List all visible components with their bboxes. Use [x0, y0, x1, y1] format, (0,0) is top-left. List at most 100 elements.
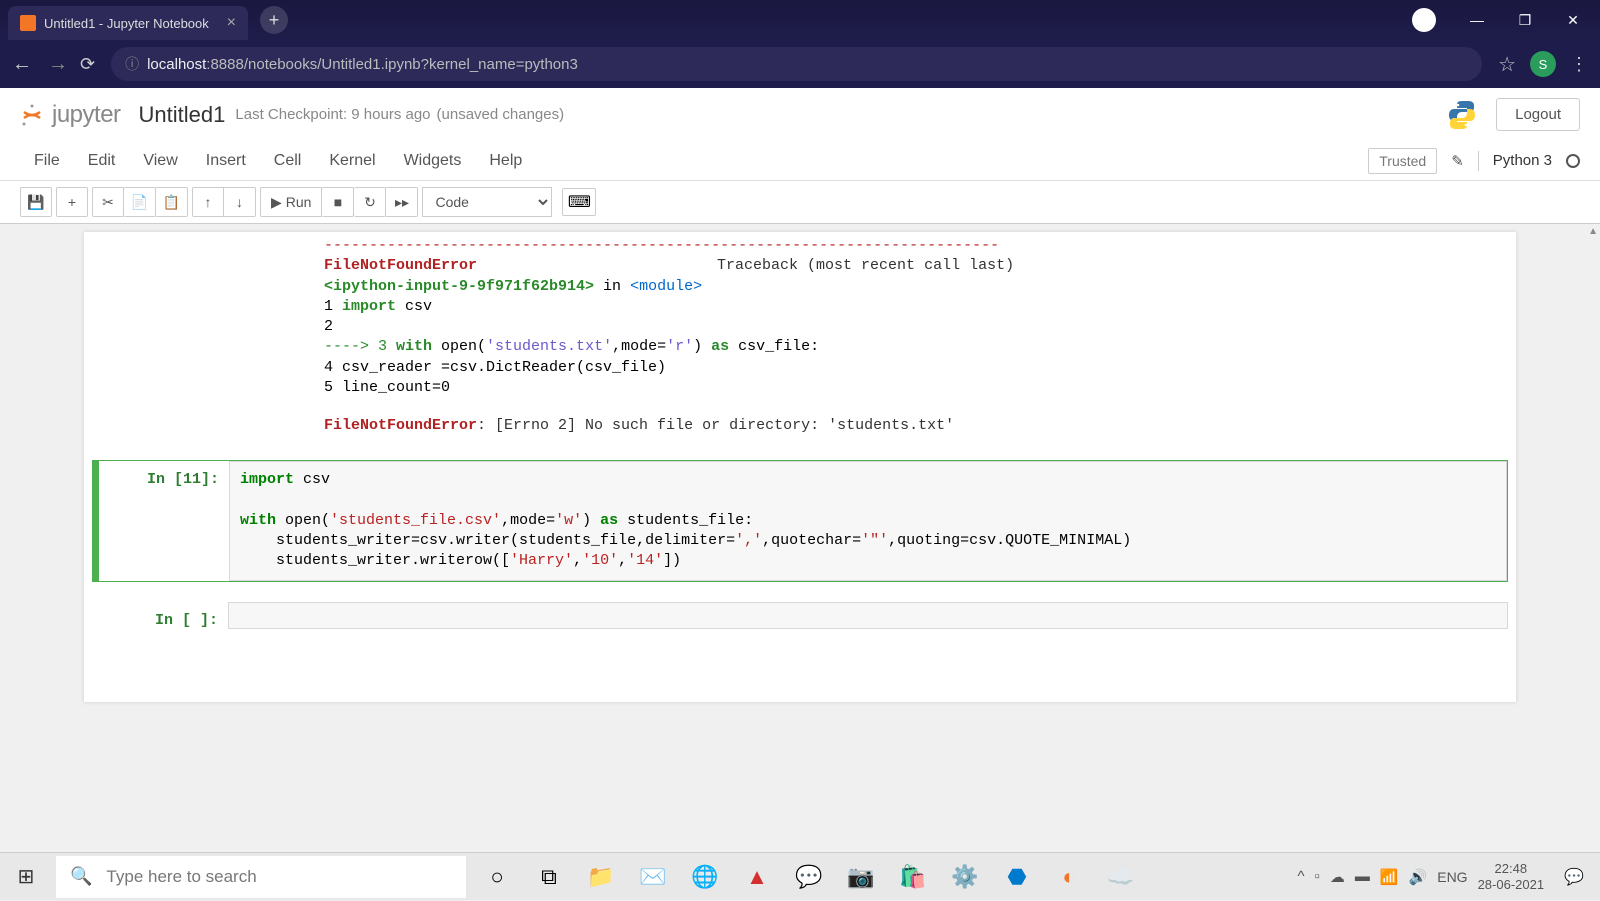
- close-window-button[interactable]: ✕: [1550, 2, 1596, 38]
- mail-icon[interactable]: ✉️: [630, 853, 676, 901]
- taskbar-search[interactable]: 🔍 Type here to search: [56, 856, 466, 898]
- notifications-icon[interactable]: 💬: [1554, 867, 1594, 887]
- task-view-icon[interactable]: ⧉: [526, 853, 572, 901]
- insert-cell-button[interactable]: +: [56, 187, 88, 217]
- run-group: ▶ Run ■ ↻ ▸▸: [260, 187, 418, 217]
- menu-bar: File Edit View Insert Cell Kernel Widget…: [0, 141, 1600, 181]
- start-button[interactable]: ⊞: [0, 853, 52, 901]
- window-controls: — ❐ ✕: [1412, 2, 1600, 38]
- move-down-button[interactable]: ↓: [224, 187, 256, 217]
- error-output: ----------------------------------------…: [84, 232, 1516, 440]
- whatsapp-icon[interactable]: 💬: [786, 853, 832, 901]
- toolbar: 💾 + ✂ 📄 📋 ↑ ↓ ▶ Run ■ ↻ ▸▸ Code ⌨: [0, 181, 1600, 224]
- profile-button[interactable]: S: [1530, 51, 1556, 77]
- minimize-button[interactable]: —: [1454, 2, 1500, 38]
- reload-button[interactable]: ⟳: [80, 54, 95, 75]
- search-icon: 🔍: [70, 866, 92, 887]
- run-button[interactable]: ▶ Run: [260, 187, 322, 217]
- chrome-icon[interactable]: 🌐: [682, 853, 728, 901]
- menu-file[interactable]: File: [20, 152, 74, 170]
- jupyter-taskbar-icon[interactable]: ◐: [1046, 853, 1092, 901]
- scrollbar-up-icon[interactable]: ▲: [1588, 226, 1598, 237]
- command-palette-button[interactable]: ⌨: [562, 188, 596, 216]
- store-icon[interactable]: 🛍️: [890, 853, 936, 901]
- save-button[interactable]: 💾: [20, 187, 52, 217]
- jupyter-logo[interactable]: jupyter: [20, 101, 121, 129]
- url-text: localhost:8888/notebooks/Untitled1.ipynb…: [147, 56, 578, 73]
- url-input[interactable]: ⓘ localhost:8888/notebooks/Untitled1.ipy…: [111, 47, 1482, 81]
- notebook-name[interactable]: Untitled1: [139, 102, 226, 128]
- vscode-icon[interactable]: ⬣: [994, 853, 1040, 901]
- cloud-icon[interactable]: ☁: [1330, 868, 1345, 886]
- menu-help[interactable]: Help: [475, 152, 536, 170]
- volume-icon[interactable]: 🔊: [1409, 868, 1428, 886]
- cut-button[interactable]: ✂: [92, 187, 124, 217]
- back-button[interactable]: ←: [12, 53, 32, 76]
- jupyter-header: jupyter Untitled1 Last Checkpoint: 9 hou…: [0, 88, 1600, 141]
- cell-code-input[interactable]: import csv with open('students_file.csv'…: [229, 461, 1507, 580]
- move-group: ↑ ↓: [192, 187, 256, 217]
- menu-cell[interactable]: Cell: [260, 152, 316, 170]
- new-tab-button[interactable]: +: [260, 6, 288, 34]
- trusted-badge[interactable]: Trusted: [1368, 148, 1437, 174]
- jupyter-logo-icon: [20, 103, 44, 127]
- copy-button[interactable]: 📄: [124, 187, 156, 217]
- cell-prompt: In [11]:: [99, 461, 229, 580]
- jupyter-favicon: [20, 15, 36, 31]
- restart-button[interactable]: ↻: [354, 187, 386, 217]
- tab-title: Untitled1 - Jupyter Notebook: [44, 16, 219, 31]
- move-up-button[interactable]: ↑: [192, 187, 224, 217]
- user-avatar-icon[interactable]: [1412, 8, 1436, 32]
- restart-run-all-button[interactable]: ▸▸: [386, 187, 418, 217]
- camera-icon[interactable]: 📷: [838, 853, 884, 901]
- bookmark-icon[interactable]: ☆: [1498, 52, 1516, 77]
- kernel-status-icon[interactable]: [1566, 154, 1580, 168]
- site-info-icon[interactable]: ⓘ: [125, 54, 139, 74]
- cell-prompt-empty: In [ ]:: [98, 602, 228, 629]
- logout-button[interactable]: Logout: [1496, 98, 1580, 131]
- interrupt-button[interactable]: ■: [322, 187, 354, 217]
- menu-kernel[interactable]: Kernel: [315, 152, 389, 170]
- menu-edit[interactable]: Edit: [74, 152, 130, 170]
- divider: [1478, 151, 1479, 171]
- weather-icon[interactable]: ☁️: [1098, 853, 1144, 901]
- cell-type-select[interactable]: Code: [422, 187, 552, 217]
- cell-code-input-empty[interactable]: [228, 602, 1508, 629]
- settings-icon[interactable]: ⚙️: [942, 853, 988, 901]
- address-bar: ← → ⟳ ⓘ localhost:8888/notebooks/Untitle…: [0, 40, 1600, 88]
- notebook-content: ----------------------------------------…: [84, 232, 1516, 702]
- code-cell-empty[interactable]: In [ ]:: [92, 602, 1508, 629]
- traceback-label: Traceback (most recent call last): [717, 257, 1014, 274]
- system-tray: ^ ▫ ☁ ▬ 📶 🔊 ENG 22:48 28-06-2021 💬: [1297, 861, 1600, 892]
- onedrive-icon[interactable]: ▫: [1315, 868, 1320, 885]
- wifi-icon[interactable]: 📶: [1380, 868, 1399, 886]
- tab-close-icon[interactable]: ×: [227, 14, 236, 32]
- cortana-icon[interactable]: ○: [474, 853, 520, 901]
- acrobat-icon[interactable]: ▲: [734, 853, 780, 901]
- forward-button[interactable]: →: [48, 53, 68, 76]
- paste-button[interactable]: 📋: [156, 187, 188, 217]
- search-placeholder: Type here to search: [106, 867, 256, 887]
- edit-icon[interactable]: ✎: [1451, 152, 1464, 170]
- browser-tab[interactable]: Untitled1 - Jupyter Notebook ×: [8, 6, 248, 40]
- menu-insert[interactable]: Insert: [192, 152, 260, 170]
- battery-icon[interactable]: ▬: [1355, 868, 1370, 885]
- menu-widgets[interactable]: Widgets: [390, 152, 476, 170]
- notebook-scroll-area[interactable]: ▲ --------------------------------------…: [0, 224, 1600, 852]
- maximize-button[interactable]: ❐: [1502, 2, 1548, 38]
- language-indicator[interactable]: ENG: [1437, 869, 1467, 885]
- kernel-name[interactable]: Python 3: [1493, 152, 1552, 169]
- clock[interactable]: 22:48 28-06-2021: [1478, 861, 1545, 892]
- file-explorer-icon[interactable]: 📁: [578, 853, 624, 901]
- windows-taskbar: ⊞ 🔍 Type here to search ○ ⧉ 📁 ✉️ 🌐 ▲ 💬 📷…: [0, 852, 1600, 900]
- tray-expand-icon[interactable]: ^: [1297, 868, 1304, 885]
- menu-view[interactable]: View: [129, 152, 191, 170]
- python-logo-icon[interactable]: [1446, 99, 1478, 131]
- code-cell-selected[interactable]: In [11]: import csv with open('students_…: [92, 460, 1508, 581]
- error-name: FileNotFoundError: [324, 257, 477, 274]
- checkpoint-status: Last Checkpoint: 9 hours ago: [235, 106, 430, 123]
- browser-menu-icon[interactable]: ⋮: [1570, 54, 1588, 75]
- edit-group: ✂ 📄 📋: [92, 187, 188, 217]
- ipython-input-ref: <ipython-input-9-9f971f62b914>: [324, 278, 594, 295]
- traceback-divider: ----------------------------------------…: [324, 236, 1516, 256]
